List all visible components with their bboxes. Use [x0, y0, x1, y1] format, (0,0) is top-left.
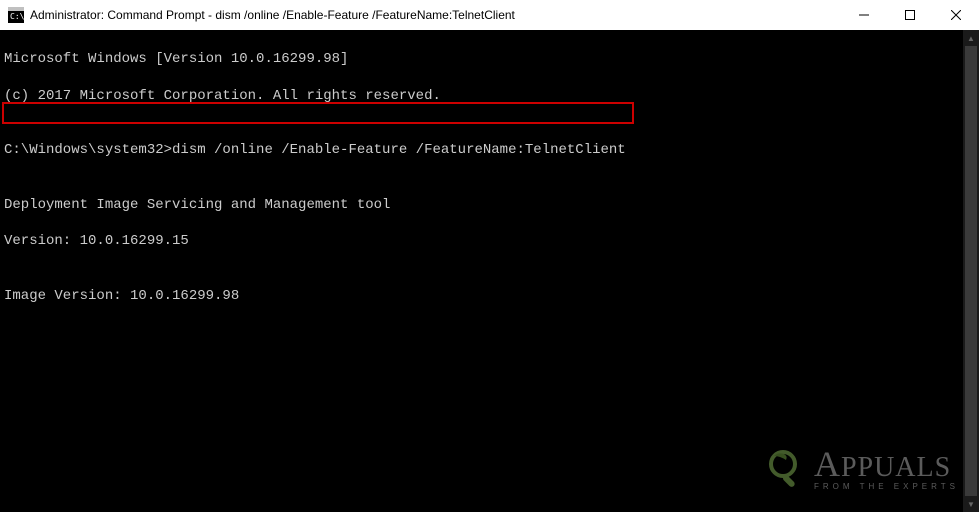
window-title: Administrator: Command Prompt - dism /on… [30, 8, 841, 22]
scrollbar-thumb[interactable] [965, 46, 977, 496]
console-line: Version: 10.0.16299.15 [4, 232, 975, 250]
console-line: Image Version: 10.0.16299.98 [4, 287, 975, 305]
console-line: Deployment Image Servicing and Managemen… [4, 196, 975, 214]
vertical-scrollbar[interactable]: ▲ ▼ [963, 30, 979, 512]
close-button[interactable] [933, 0, 979, 30]
watermark-text: APPUALS FROM THE EXPERTS [814, 446, 959, 492]
cmd-icon: C:\ [8, 7, 24, 23]
watermark-logo-icon [760, 446, 806, 492]
console-prompt-line: C:\Windows\system32>dism /online /Enable… [4, 141, 975, 159]
console-output[interactable]: Microsoft Windows [Version 10.0.16299.98… [0, 30, 979, 512]
watermark-subtitle: FROM THE EXPERTS [814, 482, 959, 492]
minimize-button[interactable] [841, 0, 887, 30]
command-prompt-window: C:\ Administrator: Command Prompt - dism… [0, 0, 979, 512]
watermark-brand: APPUALS [814, 446, 959, 482]
scroll-down-arrow[interactable]: ▼ [963, 496, 979, 512]
titlebar[interactable]: C:\ Administrator: Command Prompt - dism… [0, 0, 979, 30]
maximize-button[interactable] [887, 0, 933, 30]
highlight-annotation [2, 102, 634, 124]
console-line: (c) 2017 Microsoft Corporation. All righ… [4, 87, 975, 105]
scroll-up-arrow[interactable]: ▲ [963, 30, 979, 46]
console-line: Microsoft Windows [Version 10.0.16299.98… [4, 50, 975, 68]
svg-text:C:\: C:\ [10, 12, 24, 21]
watermark: APPUALS FROM THE EXPERTS [760, 446, 959, 492]
window-controls [841, 0, 979, 30]
